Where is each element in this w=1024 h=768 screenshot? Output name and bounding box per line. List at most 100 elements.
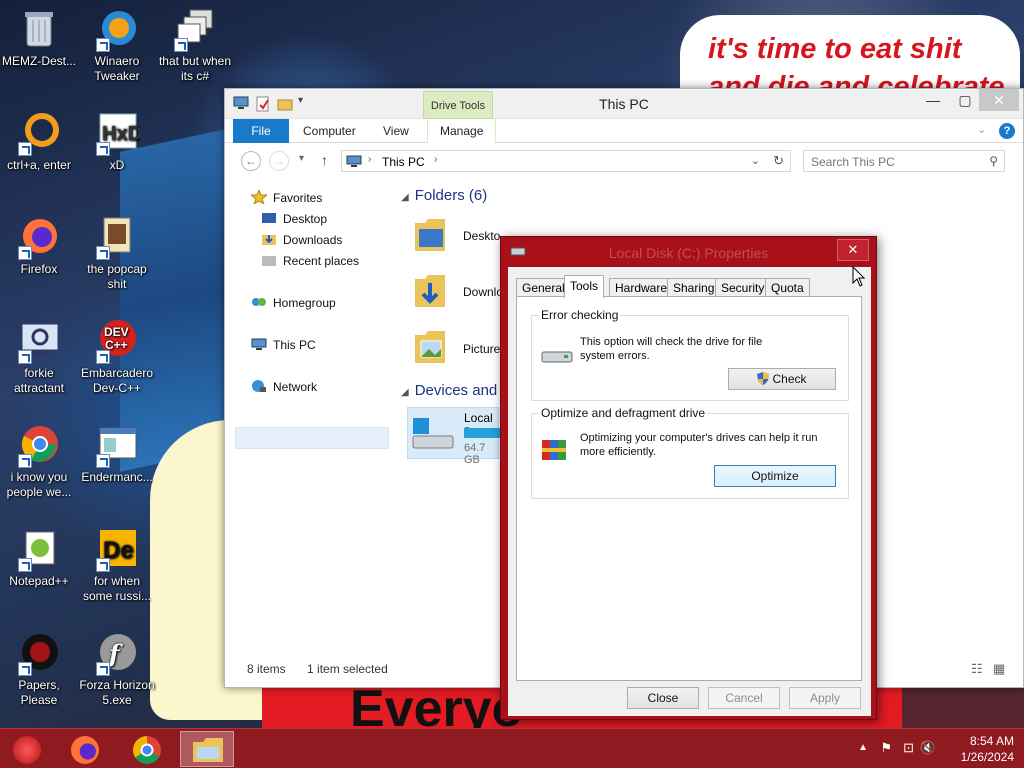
folder-pictures-icon[interactable] — [413, 327, 447, 367]
action-center-flag-icon[interactable]: ⚑ — [880, 740, 892, 756]
start-button[interactable] — [0, 731, 54, 767]
document-icon — [94, 214, 140, 260]
refresh-icon[interactable]: ↻ — [773, 153, 784, 169]
uac-shield-icon — [757, 371, 770, 391]
close-button[interactable]: ✕ — [979, 89, 1019, 111]
nav-recent-places[interactable]: Recent places — [261, 252, 359, 270]
computer-icon — [346, 155, 362, 171]
shortcut-arrow-icon — [174, 38, 188, 52]
nav-homegroup-label: Homegroup — [273, 296, 336, 310]
apply-button[interactable]: Apply — [789, 687, 861, 709]
desktop-icon-xd[interactable]: HxD xD — [78, 110, 156, 173]
desktop-icon-label: forkie attractant — [13, 366, 65, 395]
folder-downloads-icon[interactable] — [413, 271, 447, 311]
check-button[interactable]: Check — [728, 368, 836, 390]
folder-downloads-label[interactable]: Downlo — [463, 285, 503, 299]
network-tray-icon[interactable]: ⊡ — [903, 740, 914, 756]
program-window-icon — [94, 422, 140, 468]
search-box[interactable]: ⚲ — [803, 150, 1005, 172]
desktop-icon-forza[interactable]: f Forza Horizon 5.exe — [78, 630, 156, 708]
ribbon-expand-icon[interactable]: ⌄ — [977, 123, 986, 136]
desktop-icon-ctrl-a[interactable]: ctrl+a, enter — [0, 110, 78, 173]
back-button[interactable]: ← — [241, 151, 261, 171]
desktop-icon-popcap[interactable]: the popcap shit — [78, 214, 156, 292]
tab-quota[interactable]: Quota — [765, 278, 810, 297]
optimize-group: Optimize and defragment drive Optimizing… — [531, 406, 849, 499]
chevron-right-icon[interactable]: › — [434, 154, 437, 165]
desktop-icon-notepadpp[interactable]: Notepad++ — [0, 526, 78, 589]
tab-tools[interactable]: Tools — [564, 275, 605, 298]
up-arrow-icon[interactable]: ↑ — [321, 152, 328, 168]
nav-network[interactable]: Network — [251, 378, 317, 396]
address-box[interactable]: › This PC › ⌄ ↻ — [341, 150, 791, 172]
tab-file[interactable]: File — [233, 119, 289, 143]
show-hidden-icons-icon[interactable]: ▲ — [858, 742, 868, 753]
close-dialog-button[interactable]: Close — [627, 687, 699, 709]
nav-homegroup[interactable]: Homegroup — [251, 294, 336, 312]
dialog-body: General Tools Hardware Sharing Security … — [508, 267, 871, 716]
drive-c-tile[interactable]: Local D 64.7 GB — [407, 407, 504, 466]
desktop-icon-papers-please[interactable]: Papers, Please — [0, 630, 78, 708]
nav-favorites[interactable]: Favorites — [249, 188, 322, 207]
desktop-icon-memz[interactable]: MEMZ-Dest... — [0, 6, 78, 69]
desktop-icon-label: the popcap shit — [87, 262, 147, 291]
recent-locations-icon[interactable]: ▾ — [299, 153, 304, 164]
address-bar-row: ← → ▾ ↑ › This PC › ⌄ ↻ ⚲ — [225, 145, 1023, 177]
shortcut-arrow-icon — [18, 454, 32, 468]
desktop-icon-label: Endermanc... — [81, 470, 153, 484]
start-orb-icon — [13, 736, 41, 764]
firefox-icon — [16, 214, 62, 260]
collapse-triangle-icon[interactable]: ◢ — [401, 387, 409, 398]
taskbar-file-explorer[interactable] — [180, 731, 234, 767]
wallpaper-speech-bubble: it's time to eat shit and die and celebr… — [680, 15, 1020, 103]
folder-desktop-label[interactable]: Deskto — [463, 229, 500, 243]
desktop-icon-russian[interactable]: De for when some russi... — [78, 526, 156, 604]
nav-downloads[interactable]: Downloads — [261, 231, 342, 249]
folders-group-header[interactable]: ◢ Folders (6) — [401, 187, 487, 204]
details-view-icon[interactable]: ☷ — [971, 661, 983, 677]
explorer-titlebar[interactable]: ▾ Drive Tools This PC — ▢ ✕ — [225, 89, 1023, 119]
tab-hardware[interactable]: Hardware — [609, 278, 674, 297]
devices-group-header[interactable]: ◢ Devices and d — [401, 382, 510, 399]
volume-muted-icon[interactable]: 🔇 — [920, 740, 936, 756]
maximize-button[interactable]: ▢ — [947, 89, 983, 111]
nav-this-pc[interactable]: This PC — [251, 336, 316, 354]
star-icon — [249, 188, 269, 206]
nav-desktop[interactable]: Desktop — [261, 210, 327, 228]
clock[interactable]: 8:54 AM 1/26/2024 — [944, 733, 1014, 765]
tab-sharing[interactable]: Sharing — [667, 278, 721, 297]
cancel-button[interactable]: Cancel — [708, 687, 780, 709]
dialog-close-button[interactable]: ✕ — [837, 239, 869, 261]
drive-usage-bar — [464, 428, 504, 438]
collapse-triangle-icon[interactable]: ◢ — [401, 192, 409, 203]
optimize-button[interactable]: Optimize — [714, 465, 836, 487]
tab-security[interactable]: Security — [715, 278, 771, 297]
address-dropdown-icon[interactable]: ⌄ — [751, 154, 760, 167]
desktop-icon-chrome[interactable]: i know you people we... — [0, 422, 78, 500]
taskbar-chrome[interactable] — [120, 731, 174, 767]
chevron-right-icon[interactable]: › — [368, 154, 371, 165]
tab-view[interactable]: View — [371, 119, 421, 143]
tab-manage[interactable]: Manage — [427, 119, 497, 143]
help-icon[interactable]: ? — [999, 123, 1015, 139]
desktop-icon-endermanch[interactable]: Endermanc... — [78, 422, 156, 485]
tab-general[interactable]: General — [516, 278, 571, 297]
shortcut-arrow-icon — [18, 662, 32, 676]
desktop-icon-label: MEMZ-Dest... — [2, 54, 76, 68]
folder-desktop-icon[interactable] — [413, 215, 447, 255]
desktop-icon-that-but[interactable]: that but when its c# — [156, 6, 234, 84]
search-icon[interactable]: ⚲ — [989, 154, 998, 168]
minimize-button[interactable]: — — [915, 89, 951, 111]
search-input[interactable] — [811, 155, 981, 169]
desktop-icon-firefox[interactable]: Firefox — [0, 214, 78, 277]
large-icons-view-icon[interactable]: ▦ — [993, 661, 1005, 677]
shortcut-arrow-icon — [18, 142, 32, 156]
properties-dialog[interactable]: Local Disk (C:) Properties ✕ General Too… — [500, 236, 877, 720]
desktop-icon-winaero[interactable]: Winaero Tweaker — [78, 6, 156, 84]
folder-pictures-label[interactable]: Picture — [463, 342, 500, 356]
taskbar-firefox[interactable] — [58, 731, 112, 767]
desktop-icon-devcpp[interactable]: DEV C++ Embarcadero Dev-C++ — [78, 318, 156, 396]
forward-button[interactable]: → — [269, 151, 289, 171]
tab-computer[interactable]: Computer — [291, 119, 368, 143]
desktop-icon-forkie[interactable]: forkie attractant — [0, 318, 78, 396]
